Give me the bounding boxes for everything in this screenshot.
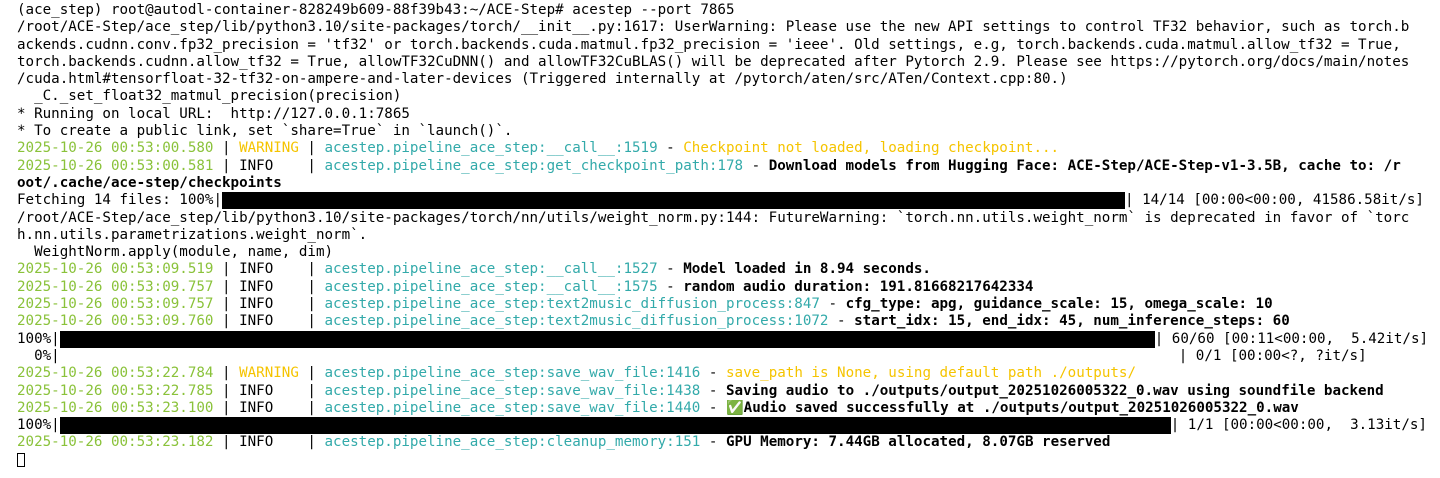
log-timestamp: 2025-10-26 00:53:09.757 xyxy=(17,278,214,295)
log-source: acestep.pipeline_ace_step:get_checkpoint… xyxy=(324,157,744,174)
running-url-line: * Running on local URL: http://127.0.0.1… xyxy=(17,105,410,122)
log-level: INFO xyxy=(239,313,274,330)
weightnorm-warning-line: h.nn.utils.parametrizations.weight_norm`… xyxy=(17,226,368,243)
progress-suffix: | 0/1 [00:00<?, ?it/s] xyxy=(1178,347,1367,364)
terminal-cursor[interactable] xyxy=(17,452,25,467)
log-source: acestep.pipeline_ace_step:cleanup_memory… xyxy=(324,434,701,451)
log-source: acestep.pipeline_ace_step:save_wav_file:… xyxy=(324,365,701,382)
log-level: INFO xyxy=(239,382,274,399)
terminal-window[interactable]: (ace_step) root@autodl-container-828249b… xyxy=(0,0,1440,478)
log-source: acestep.pipeline_ace_step:text2music_dif… xyxy=(324,313,829,330)
progress-prefix: 0%| xyxy=(17,347,60,364)
log-timestamp: 2025-10-26 00:53:00.581 xyxy=(17,157,214,174)
diffusion-progress-line: 100%| | 60/60 [00:11<00:00, 5.42it/s] xyxy=(17,330,1440,348)
weightnorm-warning-line: WeightNorm.apply(module, name, dim) xyxy=(17,244,334,261)
log-source: acestep.pipeline_ace_step:__call__:1527 xyxy=(324,261,658,278)
progress-prefix: 100%| xyxy=(17,417,60,434)
log-line: 2025-10-26 00:53:00.581 | INFO | acestep… xyxy=(17,157,1401,174)
log-level: INFO xyxy=(239,434,274,451)
log-message: Saving audio to ./outputs/output_2025102… xyxy=(725,382,1384,399)
log-source: acestep.pipeline_ace_step:__call__:1575 xyxy=(324,278,658,295)
tf32-warning-line: ackends.cudnn.conv.fp32_precision = 'tf3… xyxy=(17,36,1401,53)
log-wrap-line: oot/.cache/ace-step/checkpoints xyxy=(17,174,282,191)
log-line: 2025-10-26 00:53:09.760 | INFO | acestep… xyxy=(17,313,1290,330)
log-level: INFO xyxy=(239,278,274,295)
log-timestamp: 2025-10-26 00:53:09.760 xyxy=(17,313,214,330)
log-timestamp: 2025-10-26 00:53:00.580 xyxy=(17,140,214,157)
log-source: acestep.pipeline_ace_step:save_wav_file:… xyxy=(324,399,701,416)
fetch-progress-line: Fetching 14 files: 100%| | 14/14 [00:00<0… xyxy=(17,192,1440,210)
log-message: Checkpoint not loaded, loading checkpoin… xyxy=(683,140,1060,157)
tf32-warning-line: torch.backends.cudnn.allow_tf32 = True, … xyxy=(17,53,1410,70)
progress-suffix: | 60/60 [00:11<00:00, 5.42it/s] xyxy=(1154,330,1429,347)
log-source: acestep.pipeline_ace_step:save_wav_file:… xyxy=(324,382,701,399)
log-message: GPU Memory: 7.44GB allocated, 8.07GB res… xyxy=(725,434,1111,451)
prompt-line: (ace_step) root@autodl-container-828249b… xyxy=(17,2,735,18)
log-level: INFO xyxy=(239,157,274,174)
log-timestamp: 2025-10-26 00:53:23.182 xyxy=(17,434,214,451)
log-level: WARNING xyxy=(239,140,299,157)
progress-prefix: Fetching 14 files: 100%| xyxy=(17,192,222,209)
log-line: 2025-10-26 00:53:00.580 | WARNING | aces… xyxy=(17,140,1060,157)
log-message: ✅Audio saved successfully at ./outputs/o… xyxy=(725,399,1299,416)
tf32-warning-line: /cuda.html#tensorfloat-32-tf32-on-ampere… xyxy=(17,71,1068,88)
log-timestamp: 2025-10-26 00:53:09.757 xyxy=(17,296,214,313)
log-message: random audio duration: 191.8166821764233… xyxy=(683,278,1034,295)
weightnorm-warning-line: /root/ACE-Step/ace_step/lib/python3.10/s… xyxy=(17,209,1410,226)
progress-suffix: | 14/14 [00:00<00:00, 41586.58it/s] xyxy=(1125,192,1424,209)
progress-suffix: | 1/1 [00:00<00:00, 3.13it/s] xyxy=(1170,417,1427,434)
log-timestamp: 2025-10-26 00:53:22.784 xyxy=(17,365,214,382)
log-line: 2025-10-26 00:53:09.757 | INFO | acestep… xyxy=(17,296,1273,313)
log-source: acestep.pipeline_ace_step:__call__:1519 xyxy=(324,140,658,157)
log-timestamp: 2025-10-26 00:53:23.100 xyxy=(17,399,214,416)
log-line: 2025-10-26 00:53:23.100 | INFO | acestep… xyxy=(17,399,1299,416)
log-line: 2025-10-26 00:53:09.757 | INFO | acestep… xyxy=(17,278,1034,295)
log-line: 2025-10-26 00:53:09.519 | INFO | acestep… xyxy=(17,261,931,278)
progress-prefix: 100%| xyxy=(17,330,60,347)
log-level: INFO xyxy=(239,261,274,278)
progress-bar xyxy=(222,192,1125,210)
log-message: save_path is None, using default path ./… xyxy=(725,365,1136,382)
log-level: INFO xyxy=(239,296,274,313)
final-progress-line: 100%| | 1/1 [00:00<00:00, 3.13it/s] xyxy=(17,417,1440,435)
log-source: acestep.pipeline_ace_step:text2music_dif… xyxy=(324,296,820,313)
tf32-warning-line: _C._set_float32_matmul_precision(precisi… xyxy=(17,88,402,105)
public-link-line: * To create a public link, set `share=Tr… xyxy=(17,123,513,140)
log-line: 2025-10-26 00:53:22.785 | INFO | acestep… xyxy=(17,382,1384,399)
log-message: start_idx: 15, end_idx: 45, num_inferenc… xyxy=(854,313,1290,330)
progress-bar xyxy=(59,330,1155,348)
log-timestamp: 2025-10-26 00:53:09.519 xyxy=(17,261,214,278)
log-line: 2025-10-26 00:53:22.784 | WARNING | aces… xyxy=(17,365,1136,382)
log-message: cfg_type: apg, guidance_scale: 15, omega… xyxy=(845,296,1273,313)
tf32-warning-line: /root/ACE-Step/ace_step/lib/python3.10/s… xyxy=(17,19,1410,36)
log-message: Model loaded in 8.94 seconds. xyxy=(683,261,931,278)
log-message: Download models from Hugging Face: ACE-S… xyxy=(768,157,1401,174)
log-timestamp: 2025-10-26 00:53:22.785 xyxy=(17,382,214,399)
cursor-line[interactable] xyxy=(17,452,1440,469)
log-line: 2025-10-26 00:53:23.182 | INFO | acestep… xyxy=(17,434,1111,451)
zero-progress-line: 0%| | 0/1 [00:00<?, ?it/s] xyxy=(17,348,1440,365)
log-level: WARNING xyxy=(239,365,299,382)
progress-bar xyxy=(59,417,1171,435)
log-level: INFO xyxy=(239,399,274,416)
